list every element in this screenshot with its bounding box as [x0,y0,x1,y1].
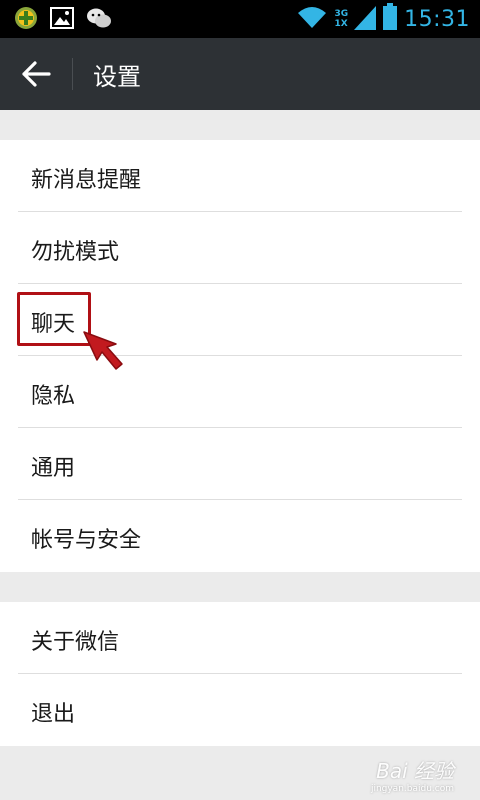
settings-item-about-wechat[interactable]: 关于微信 [0,602,480,674]
app-plus-icon [14,6,38,34]
network-3g-label: 3G [334,9,349,19]
arrow-left-icon [22,61,51,87]
settings-item-privacy[interactable]: 隐私 [0,356,480,428]
wechat-icon [86,6,112,34]
settings-item-label: 勿扰模式 [31,240,120,265]
settings-list-secondary: 关于微信 退出 [0,602,480,746]
settings-item-logout[interactable]: 退出 [0,674,480,746]
settings-item-general[interactable]: 通用 [0,428,480,500]
network-1x-label: 1X [334,19,348,29]
back-button[interactable] [10,52,62,96]
gallery-icon [50,7,74,33]
settings-list-main: 新消息提醒 勿扰模式 聊天 隐私 通用 帐号与安全 [0,140,480,572]
settings-item-label: 关于微信 [31,630,120,655]
settings-item-label: 帐号与安全 [31,528,142,553]
settings-item-account-security[interactable]: 帐号与安全 [0,500,480,572]
settings-item-label: 隐私 [31,384,76,409]
settings-item-notifications[interactable]: 新消息提醒 [0,140,480,212]
status-bar: 3G 1X 15:31 [0,0,480,38]
settings-item-label: 退出 [31,702,76,727]
action-bar: 设置 [0,38,480,110]
battery-icon [382,3,398,35]
network-type: 3G 1X [334,9,348,29]
clock: 15:31 [404,6,470,32]
watermark-url: jingyan.baidu.com [370,784,454,794]
watermark-logo: Bai 经验 [376,759,454,783]
settings-item-label: 新消息提醒 [31,168,142,193]
action-bar-divider [72,58,73,90]
signal-icon [354,4,377,34]
page-title: 设置 [93,63,141,91]
settings-item-label: 通用 [31,456,76,481]
wifi-icon [296,5,328,33]
annotation-arrow-icon [78,326,128,376]
settings-item-do-not-disturb[interactable]: 勿扰模式 [0,212,480,284]
